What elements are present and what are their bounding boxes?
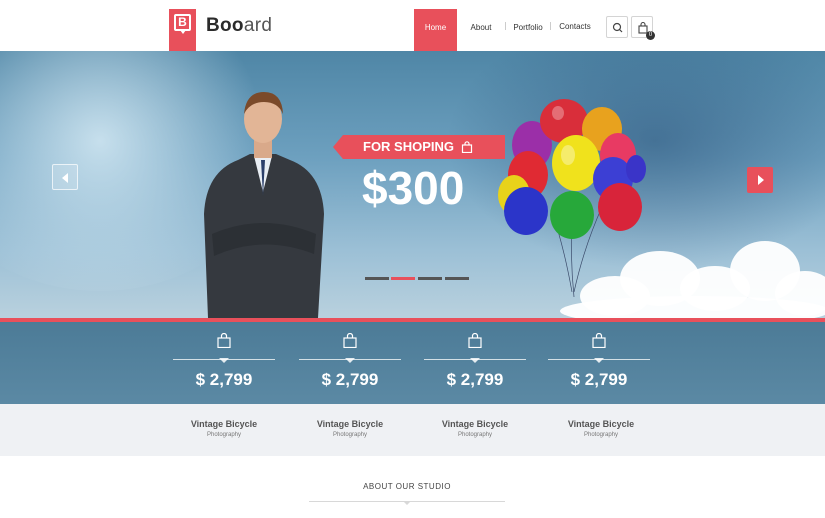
divider-notch <box>219 358 229 363</box>
product-category: Photography <box>332 432 368 438</box>
logo-mark[interactable]: B <box>169 9 196 51</box>
bag-icon <box>468 333 482 348</box>
nav-item-about[interactable]: About <box>464 0 498 51</box>
about-title: ABOUT OUR STUDIO <box>363 482 451 491</box>
balloons-image <box>498 99 646 298</box>
product-title: Vintage Bicycle <box>316 419 384 429</box>
price-value: $ 2,799 <box>321 370 379 389</box>
site-header: B Booard Home About Portfolio Contacts 0 <box>0 0 825 51</box>
price-value: $ 2,799 <box>570 370 628 389</box>
bag-icon <box>592 333 606 348</box>
businessman-image <box>204 92 324 318</box>
product-title: Vintage Bicycle <box>441 419 509 429</box>
price-value: $ 2,799 <box>446 370 504 389</box>
brand-name[interactable]: Booard <box>206 16 272 36</box>
price-value: $ 2,799 <box>195 370 253 389</box>
price-card[interactable]: $ 2,799 <box>424 322 526 404</box>
bag-icon <box>461 141 473 153</box>
product-labels-band: Vintage Bicycle Photography Vintage Bicy… <box>0 404 825 456</box>
divider-notch <box>345 358 355 363</box>
ribbon-text: FOR SHOPING <box>363 139 455 154</box>
about-section: ABOUT OUR STUDIO <box>0 456 825 518</box>
product-label[interactable]: Vintage Bicycle Photography <box>173 418 275 440</box>
slider-dot-3[interactable] <box>418 277 442 280</box>
cart-count-badge: 0 <box>646 31 655 40</box>
product-title: Vintage Bicycle <box>190 419 258 429</box>
product-label[interactable]: Vintage Bicycle Photography <box>424 418 526 440</box>
product-prices-band: $ 2,799 $ 2,799 $ 2,799 $ 2,799 <box>0 322 825 404</box>
cart-button[interactable]: 0 <box>631 16 655 40</box>
hero-slider: FOR SHOPING $300 <box>0 51 825 318</box>
divider-notch <box>594 358 604 363</box>
nav-separator <box>505 22 506 30</box>
nav-item-home[interactable]: Home <box>414 9 457 51</box>
product-label[interactable]: Vintage Bicycle Photography <box>299 418 401 440</box>
product-label[interactable]: Vintage Bicycle Photography <box>550 418 652 440</box>
divider-notch <box>470 358 480 363</box>
slider-dot-1[interactable] <box>365 277 389 280</box>
slider-prev-button[interactable] <box>52 164 78 190</box>
price-card[interactable]: $ 2,799 <box>173 322 275 404</box>
price-card[interactable]: $ 2,799 <box>299 322 401 404</box>
product-title: Vintage Bicycle <box>567 419 635 429</box>
price-card[interactable]: $ 2,799 <box>548 322 650 404</box>
brand-name-bold: Boo <box>206 15 244 36</box>
shopping-ribbon: FOR SHOPING <box>333 135 505 159</box>
slider-dot-2[interactable] <box>391 277 415 280</box>
product-category: Photography <box>206 432 242 438</box>
search-button[interactable] <box>606 16 628 38</box>
slider-next-button[interactable] <box>747 167 773 193</box>
slider-dot-4[interactable] <box>445 277 469 280</box>
brand-name-light: ard <box>243 15 273 36</box>
bag-icon <box>217 333 231 348</box>
nav-separator <box>550 22 551 30</box>
bag-icon <box>343 333 357 348</box>
product-category: Photography <box>583 432 619 438</box>
nav-item-portfolio[interactable]: Portfolio <box>511 0 545 51</box>
search-icon <box>612 22 623 33</box>
about-divider-notch <box>403 501 411 505</box>
product-category: Photography <box>457 432 493 438</box>
hero-price: $300 <box>362 162 465 214</box>
logo-letter: B <box>174 14 191 34</box>
nav-item-contacts[interactable]: Contacts <box>556 0 594 51</box>
